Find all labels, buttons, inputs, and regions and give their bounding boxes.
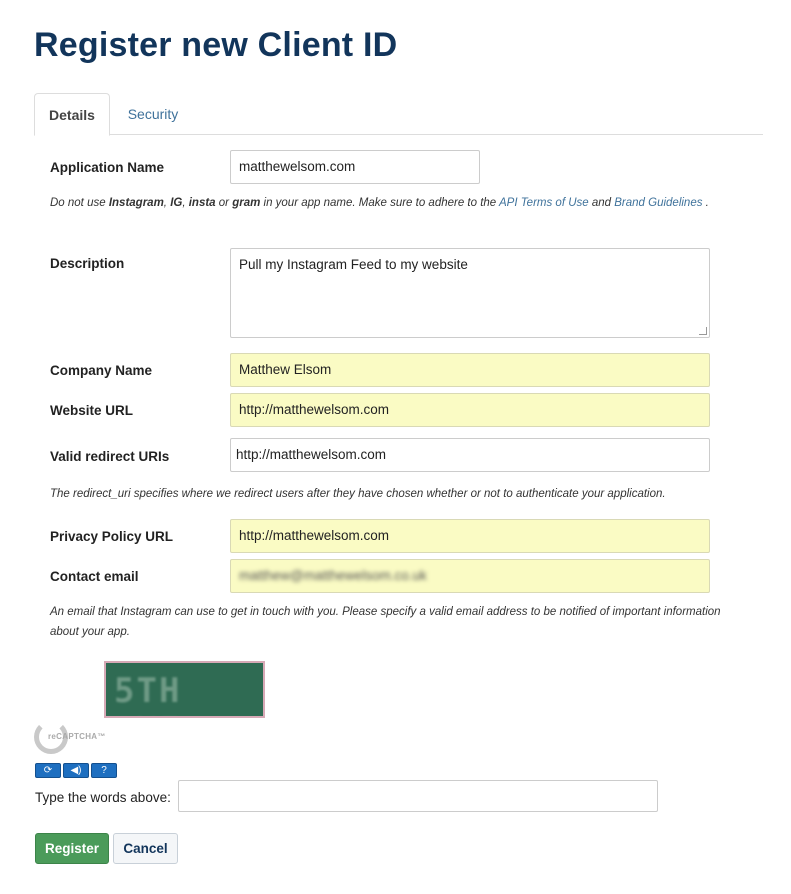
tab-security[interactable]: Security [110, 93, 196, 135]
privacy-policy-label: Privacy Policy URL [50, 529, 174, 544]
help-text-bold: IG [170, 197, 183, 209]
captcha-text: 5TH AVE [114, 671, 182, 716]
contact-email-input[interactable]: matthew@matthewelsom.co.uk [230, 559, 710, 593]
help-text-bold: insta [188, 197, 216, 209]
captcha-image: 5TH AVE [104, 661, 265, 718]
captcha-response-input[interactable] [178, 780, 658, 812]
application-name-label: Application Name [50, 160, 165, 175]
help-text: or [215, 197, 233, 209]
privacy-policy-input[interactable]: http://matthewelsom.com [230, 519, 710, 553]
resize-grip-icon[interactable] [699, 327, 707, 335]
recaptcha-logo-text: reCAPTCHA™ [48, 732, 106, 741]
contact-email-value: matthew@matthewelsom.co.uk [239, 568, 427, 583]
help-text-bold: gram [232, 197, 261, 209]
redirect-uris-input[interactable]: http://matthewelsom.com [230, 438, 710, 472]
redirect-uris-label: Valid redirect URIs [50, 449, 170, 464]
captcha-audio-icon[interactable]: ◀) [63, 763, 89, 778]
company-name-input[interactable]: Matthew Elsom [230, 353, 710, 387]
website-url-input[interactable]: http://matthewelsom.com [230, 393, 710, 427]
tab-details[interactable]: Details [34, 93, 110, 136]
page-title: Register new Client ID [34, 26, 398, 64]
captcha-help-icon[interactable]: ? [91, 763, 117, 778]
cancel-button[interactable]: Cancel [113, 833, 178, 864]
website-url-label: Website URL [50, 403, 134, 418]
description-textarea[interactable]: Pull my Instagram Feed to my website [230, 248, 710, 338]
register-button[interactable]: Register [35, 833, 109, 864]
tab-bar: Details Security [34, 93, 763, 136]
description-value: Pull my Instagram Feed to my website [239, 257, 468, 272]
help-text: in your app name. Make sure to adhere to… [260, 197, 499, 209]
brand-guidelines-link[interactable]: Brand Guidelines [614, 197, 702, 209]
description-label: Description [50, 256, 125, 271]
help-text: Do not use [50, 197, 109, 209]
captcha-type-label: Type the words above: [35, 790, 171, 805]
captcha-refresh-icon[interactable]: ⟳ [35, 763, 61, 778]
contact-email-label: Contact email [50, 569, 139, 584]
recaptcha-logo: reCAPTCHA™ [34, 718, 114, 758]
api-terms-link[interactable]: API Terms of Use [499, 197, 589, 209]
application-name-input[interactable]: matthewelsom.com [230, 150, 480, 184]
help-text: and [588, 197, 615, 209]
company-name-label: Company Name [50, 363, 153, 378]
help-text: . [702, 197, 709, 209]
redirect-help: The redirect_uri specifies where we redi… [50, 488, 666, 500]
contact-email-help: An email that Instagram can use to get i… [50, 606, 721, 638]
application-name-help: Do not use Instagram, IG, insta or gram … [50, 193, 740, 213]
help-text-bold: Instagram [108, 197, 164, 209]
